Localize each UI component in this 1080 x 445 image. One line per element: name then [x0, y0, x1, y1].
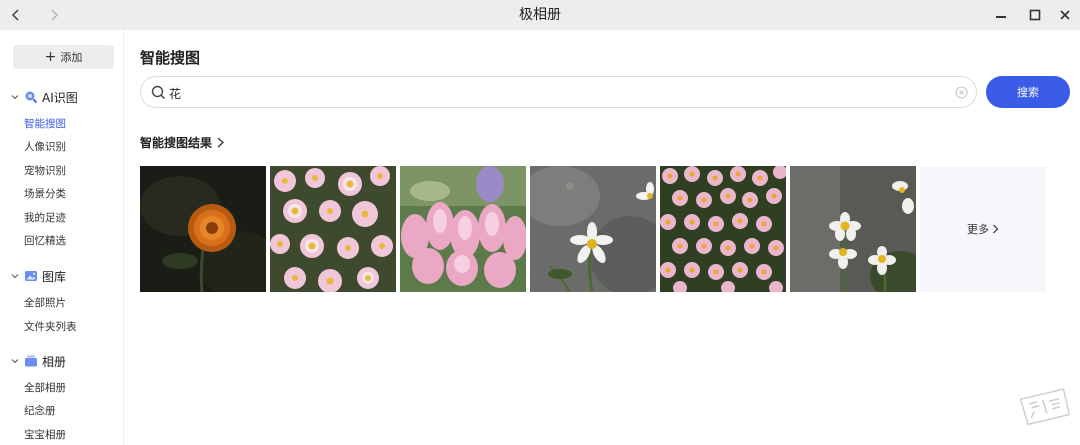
sidebar-item-baby[interactable]: 宝宝相册 — [24, 427, 66, 443]
sidebar-group-albums[interactable]: 相册 — [10, 351, 66, 371]
chevron-right-icon — [217, 137, 224, 148]
search-button[interactable]: 搜索 — [986, 76, 1070, 108]
chevron-right-icon — [993, 224, 999, 234]
sidebar-item-folders[interactable]: 文件夹列表 — [24, 319, 77, 335]
white-daisy-photo — [530, 166, 656, 292]
search-icon — [151, 85, 165, 99]
more-results-tile[interactable]: 更多 — [920, 166, 1046, 292]
watermark-logo — [1019, 388, 1071, 426]
sidebar-item-all-albums[interactable]: 全部相册 — [24, 380, 66, 396]
chevron-right-icon — [51, 9, 59, 21]
sidebar-item-footprint[interactable]: 我的足迹 — [24, 210, 66, 226]
results-title-label: 智能搜图结果 — [140, 136, 213, 150]
window-title: 极相册 — [519, 7, 561, 23]
back-button[interactable] — [6, 5, 26, 25]
sidebar-item-memories[interactable]: 回忆精选 — [24, 233, 66, 249]
more-label: 更多 — [967, 223, 989, 236]
album-icon — [25, 355, 37, 367]
minimize-button[interactable] — [990, 4, 1012, 26]
results-title[interactable]: 智能搜图结果 — [140, 134, 225, 151]
add-button-label: 添加 — [60, 51, 83, 64]
photo-thumb[interactable] — [140, 166, 266, 292]
sidebar-group-label: AI识图 — [42, 90, 78, 105]
pink-daisies-photo — [270, 166, 396, 292]
add-button[interactable]: + 添加 — [13, 45, 114, 69]
sidebar: + 添加 AI识图 智能搜图 人像识别 宠物识别 场景分类 我的足迹 回忆精选 … — [0, 30, 124, 445]
pink-daisy-field-photo — [660, 166, 786, 292]
chevron-left-icon — [11, 9, 19, 21]
chevron-down-icon — [11, 95, 19, 100]
plus-icon: + — [44, 49, 57, 65]
pink-snapdragons-photo — [400, 166, 526, 292]
search-input[interactable] — [169, 83, 929, 103]
sidebar-group-gallery[interactable]: 图库 — [10, 266, 66, 286]
photo-thumb[interactable] — [790, 166, 916, 292]
sidebar-group-label: 相册 — [42, 354, 67, 369]
ai-search-icon — [25, 91, 38, 104]
sidebar-item-face[interactable]: 人像识别 — [24, 139, 66, 155]
page-title: 智能搜图 — [140, 49, 201, 67]
main-panel: 智能搜图 搜索 智能搜图结果 — [124, 30, 1080, 445]
sidebar-item-pet[interactable]: 宠物识别 — [24, 163, 66, 179]
photo-thumb[interactable] — [400, 166, 526, 292]
orange-flower-photo — [140, 166, 266, 292]
chevron-down-icon — [11, 274, 19, 279]
sidebar-item-all-photos[interactable]: 全部照片 — [24, 295, 66, 311]
sidebar-item-smart-search[interactable]: 智能搜图 — [24, 116, 66, 132]
photo-thumb[interactable] — [530, 166, 656, 292]
clear-icon[interactable] — [955, 86, 968, 99]
maximize-button[interactable] — [1024, 4, 1046, 26]
gallery-icon — [25, 271, 37, 281]
search-box[interactable] — [140, 76, 977, 108]
photo-thumb[interactable] — [660, 166, 786, 292]
close-button[interactable] — [1054, 4, 1076, 26]
sidebar-group-ai[interactable]: AI识图 — [10, 87, 78, 107]
photo-thumb[interactable] — [270, 166, 396, 292]
sidebar-item-memorial[interactable]: 纪念册 — [24, 403, 56, 419]
maximize-icon — [1029, 9, 1041, 21]
minimize-icon — [996, 16, 1006, 18]
sidebar-item-scene[interactable]: 场景分类 — [24, 186, 66, 202]
close-icon — [1060, 10, 1070, 20]
chevron-down-icon — [11, 359, 19, 364]
forward-button[interactable] — [44, 5, 64, 25]
white-flowers-photo — [790, 166, 916, 292]
title-bar: 极相册 — [0, 0, 1080, 30]
sidebar-group-label: 图库 — [42, 269, 67, 284]
